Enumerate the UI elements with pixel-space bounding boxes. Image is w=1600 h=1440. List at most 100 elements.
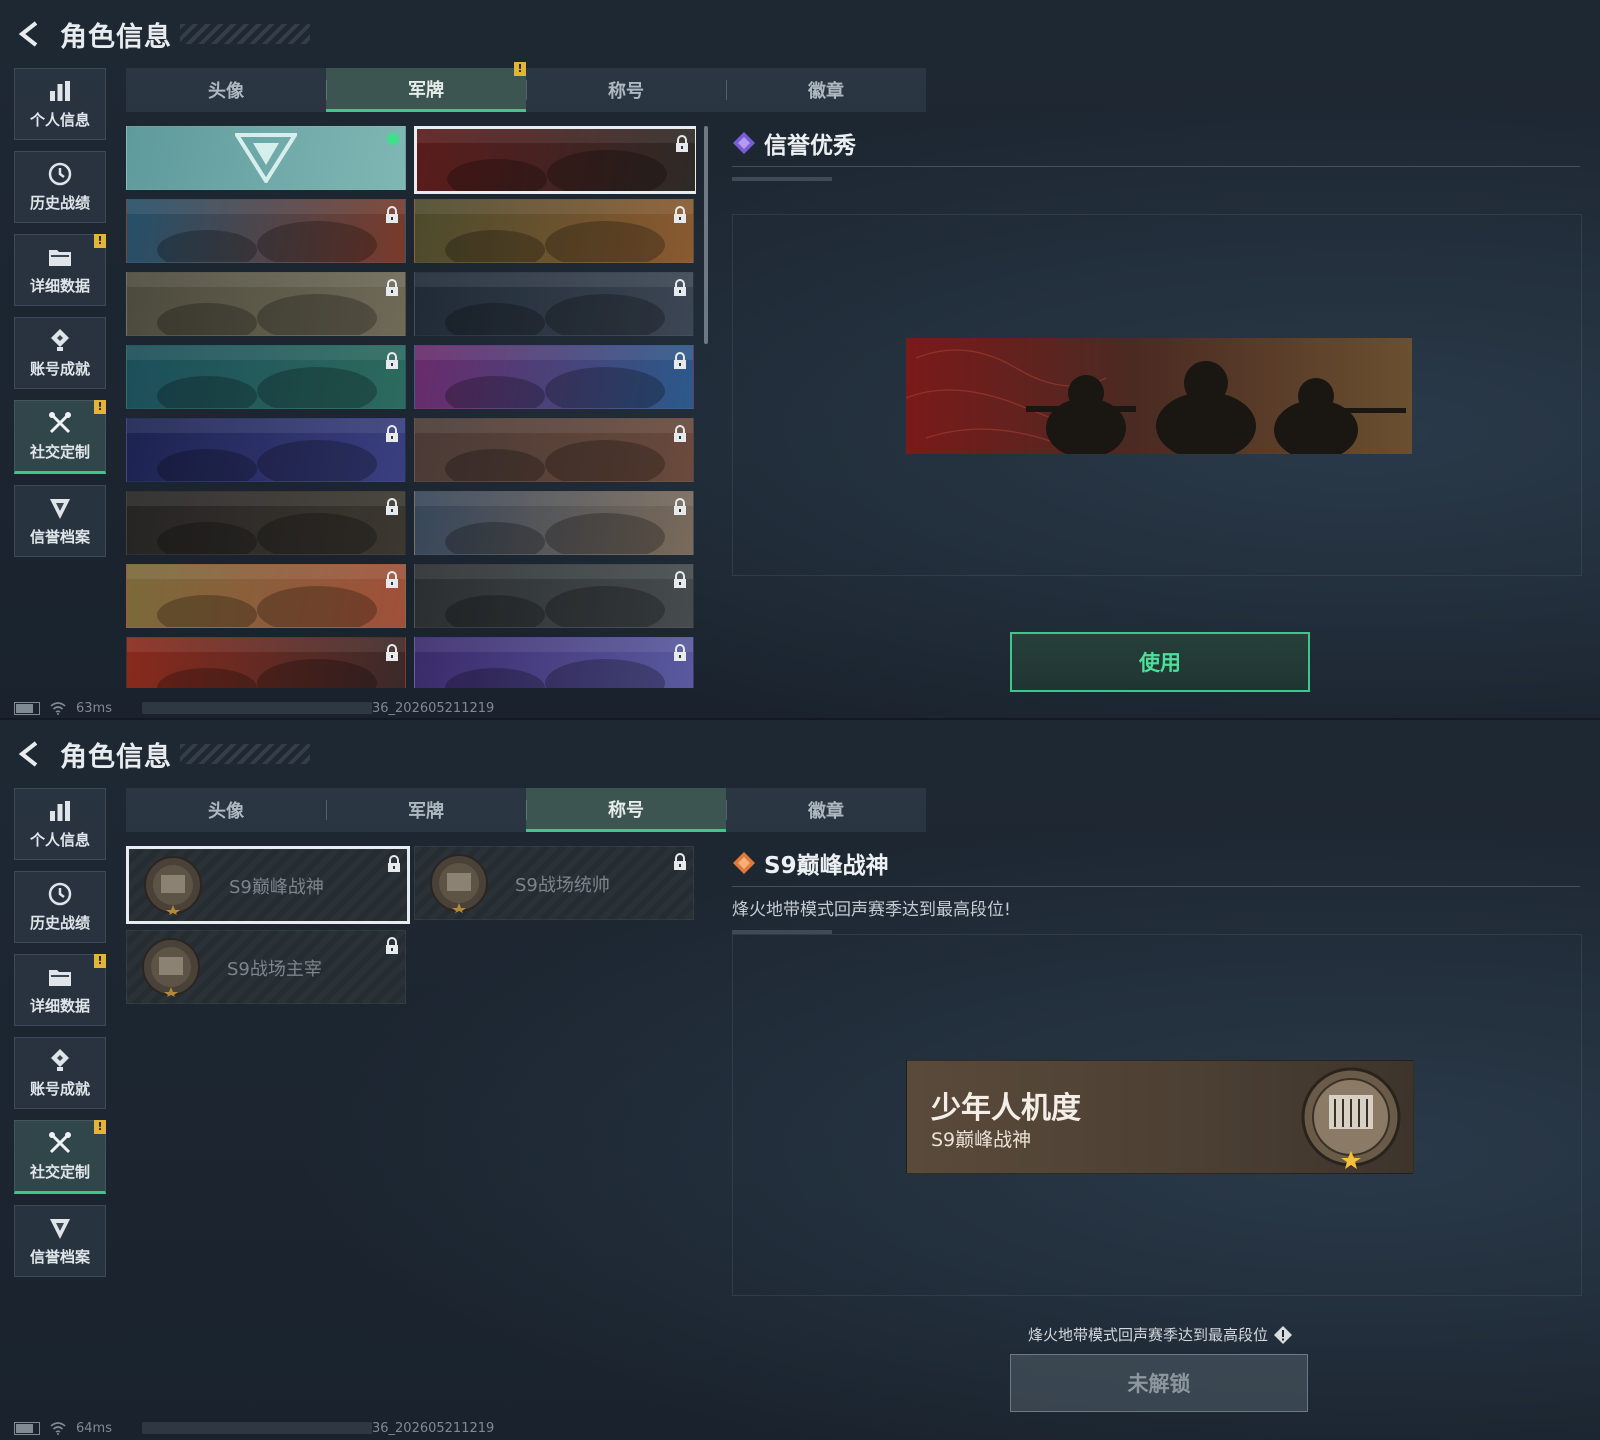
title-card[interactable]: S9战场主宰 (126, 930, 406, 1004)
diamond-icon (733, 132, 755, 154)
title-emblem-icon (1301, 1067, 1401, 1169)
sidebar-item-2[interactable]: 详细数据! (14, 234, 106, 306)
military-tag-card[interactable] (414, 272, 694, 336)
header: 角色信息 (14, 734, 310, 774)
military-tag-card[interactable] (126, 491, 406, 555)
sidebar-item-3[interactable]: 账号成就 (14, 1037, 106, 1109)
sidebar-item-1[interactable]: 历史战绩 (14, 871, 106, 943)
notification-badge: ! (94, 1120, 106, 1134)
battery-icon (14, 1421, 40, 1435)
sidebar-item-2[interactable]: 详细数据! (14, 954, 106, 1026)
military-tag-card[interactable] (414, 126, 696, 194)
back-arrow-icon[interactable] (14, 18, 46, 50)
sidebar-item-label: 账号成就 (29, 360, 90, 378)
lock-icon (674, 571, 686, 588)
sidebar-item-5[interactable]: 信誉档案 (14, 1205, 106, 1277)
sidebar-item-label: 详细数据 (29, 997, 90, 1015)
sidebar-item-0[interactable]: 个人信息 (14, 788, 106, 860)
tab-label: 军牌 (408, 79, 444, 101)
lock-icon (676, 135, 688, 152)
use-button[interactable]: 使用 (1010, 632, 1310, 692)
notification-badge: ! (94, 234, 106, 248)
detail-divider (732, 166, 1580, 167)
battery-icon (14, 701, 40, 715)
page-title: 角色信息 (60, 21, 172, 53)
panel-military-tag: 角色信息 个人信息 历史战绩 详细数据! 账号成就 社交定制! 信誉档案 头像 军牌! 称号 徽… (0, 0, 1600, 720)
sidebar-item-4[interactable]: 社交定制! (14, 400, 106, 474)
sidebar-item-label: 历史战绩 (29, 914, 90, 932)
lock-icon (386, 571, 398, 588)
title-card[interactable]: S9战场统帅 (414, 846, 694, 920)
back-arrow-icon[interactable] (14, 738, 46, 770)
tab-0[interactable]: 头像 (126, 68, 326, 112)
preview-military-tag (906, 338, 1412, 454)
tab-label: 称号 (608, 799, 644, 821)
military-tag-card[interactable] (126, 637, 406, 688)
locked-button[interactable]: 未解锁 (1010, 1354, 1308, 1412)
tools-icon (49, 1132, 71, 1154)
lock-icon (674, 279, 686, 296)
status-bar: 63ms 36_202605211219 (14, 700, 494, 716)
military-tag-card[interactable] (414, 637, 694, 688)
lock-icon (386, 206, 398, 223)
card-artwork (127, 346, 405, 408)
sidebar-item-3[interactable]: 账号成就 (14, 317, 106, 389)
sidebar-item-4[interactable]: 社交定制! (14, 1120, 106, 1194)
detail-subbar (732, 930, 832, 934)
military-tag-card[interactable] (414, 418, 694, 482)
tab-1[interactable]: 军牌! (326, 62, 526, 112)
military-tag-card[interactable] (414, 345, 694, 409)
tab-label: 徽章 (808, 801, 844, 822)
sidebar-item-0[interactable]: 个人信息 (14, 68, 106, 140)
card-artwork (415, 638, 693, 688)
lock-icon (674, 352, 686, 369)
tab-bar: 头像 军牌! 称号 徽章 (126, 62, 926, 112)
achievement-icon (51, 1049, 69, 1071)
header: 角色信息 (14, 14, 310, 54)
tab-0[interactable]: 头像 (126, 788, 326, 832)
lock-icon (386, 279, 398, 296)
sidebar-item-label: 个人信息 (29, 831, 90, 849)
tab-1[interactable]: 军牌 (326, 788, 526, 832)
info-diamond-icon[interactable] (1274, 1325, 1292, 1344)
grid-scrollbar[interactable] (704, 126, 708, 344)
diamond-icon (733, 852, 755, 874)
military-tag-card[interactable] (126, 272, 406, 336)
tab-2[interactable]: 称号 (526, 68, 726, 112)
military-tag-card[interactable] (414, 199, 694, 263)
lock-icon (386, 937, 398, 954)
title-card[interactable]: S9巅峰战神 (126, 846, 410, 924)
tab-3[interactable]: 徽章 (726, 788, 926, 832)
sidebar-item-label: 信誉档案 (29, 1248, 90, 1266)
military-tag-card[interactable] (126, 126, 406, 190)
tab-3[interactable]: 徽章 (726, 68, 926, 112)
detail-divider (732, 886, 1580, 887)
military-tag-card[interactable] (414, 491, 694, 555)
sidebar-item-5[interactable]: 信誉档案 (14, 485, 106, 557)
panel-title: 角色信息 个人信息历史战绩详细数据! 账号成就社交定制! 信誉档案 头像 军牌 称号 徽章… (0, 720, 1600, 1440)
tab-2[interactable]: 称号 (526, 788, 726, 832)
unlock-hint-text: 烽火地带模式回声赛季达到最高段位 (1027, 1326, 1268, 1344)
preview-title-card: 少年人机度 S9巅峰战神 (906, 1060, 1414, 1174)
build-id: 36_202605211219 (371, 1420, 495, 1436)
notification-badge: ! (514, 62, 526, 76)
build-id: 36_202605211219 (371, 700, 495, 716)
blurred-info (141, 702, 372, 714)
military-tag-card[interactable] (126, 564, 406, 628)
header-decoration (180, 24, 310, 44)
military-tag-card[interactable] (414, 564, 694, 628)
ping-text: 63ms (76, 700, 112, 716)
military-tag-card[interactable] (126, 345, 406, 409)
military-tag-card[interactable] (126, 418, 406, 482)
tab-label: 徽章 (808, 81, 844, 102)
preview-player-name: 少年人机度 (931, 1091, 1081, 1126)
sidebar-item-1[interactable]: 历史战绩 (14, 151, 106, 223)
header-decoration (180, 744, 310, 764)
bar-chart-icon (50, 81, 70, 101)
lock-icon (674, 206, 686, 223)
military-tag-card[interactable] (126, 199, 406, 263)
lock-icon (674, 498, 686, 515)
card-artwork (127, 638, 405, 688)
detail-subbar (732, 177, 832, 181)
lock-icon (386, 352, 398, 369)
